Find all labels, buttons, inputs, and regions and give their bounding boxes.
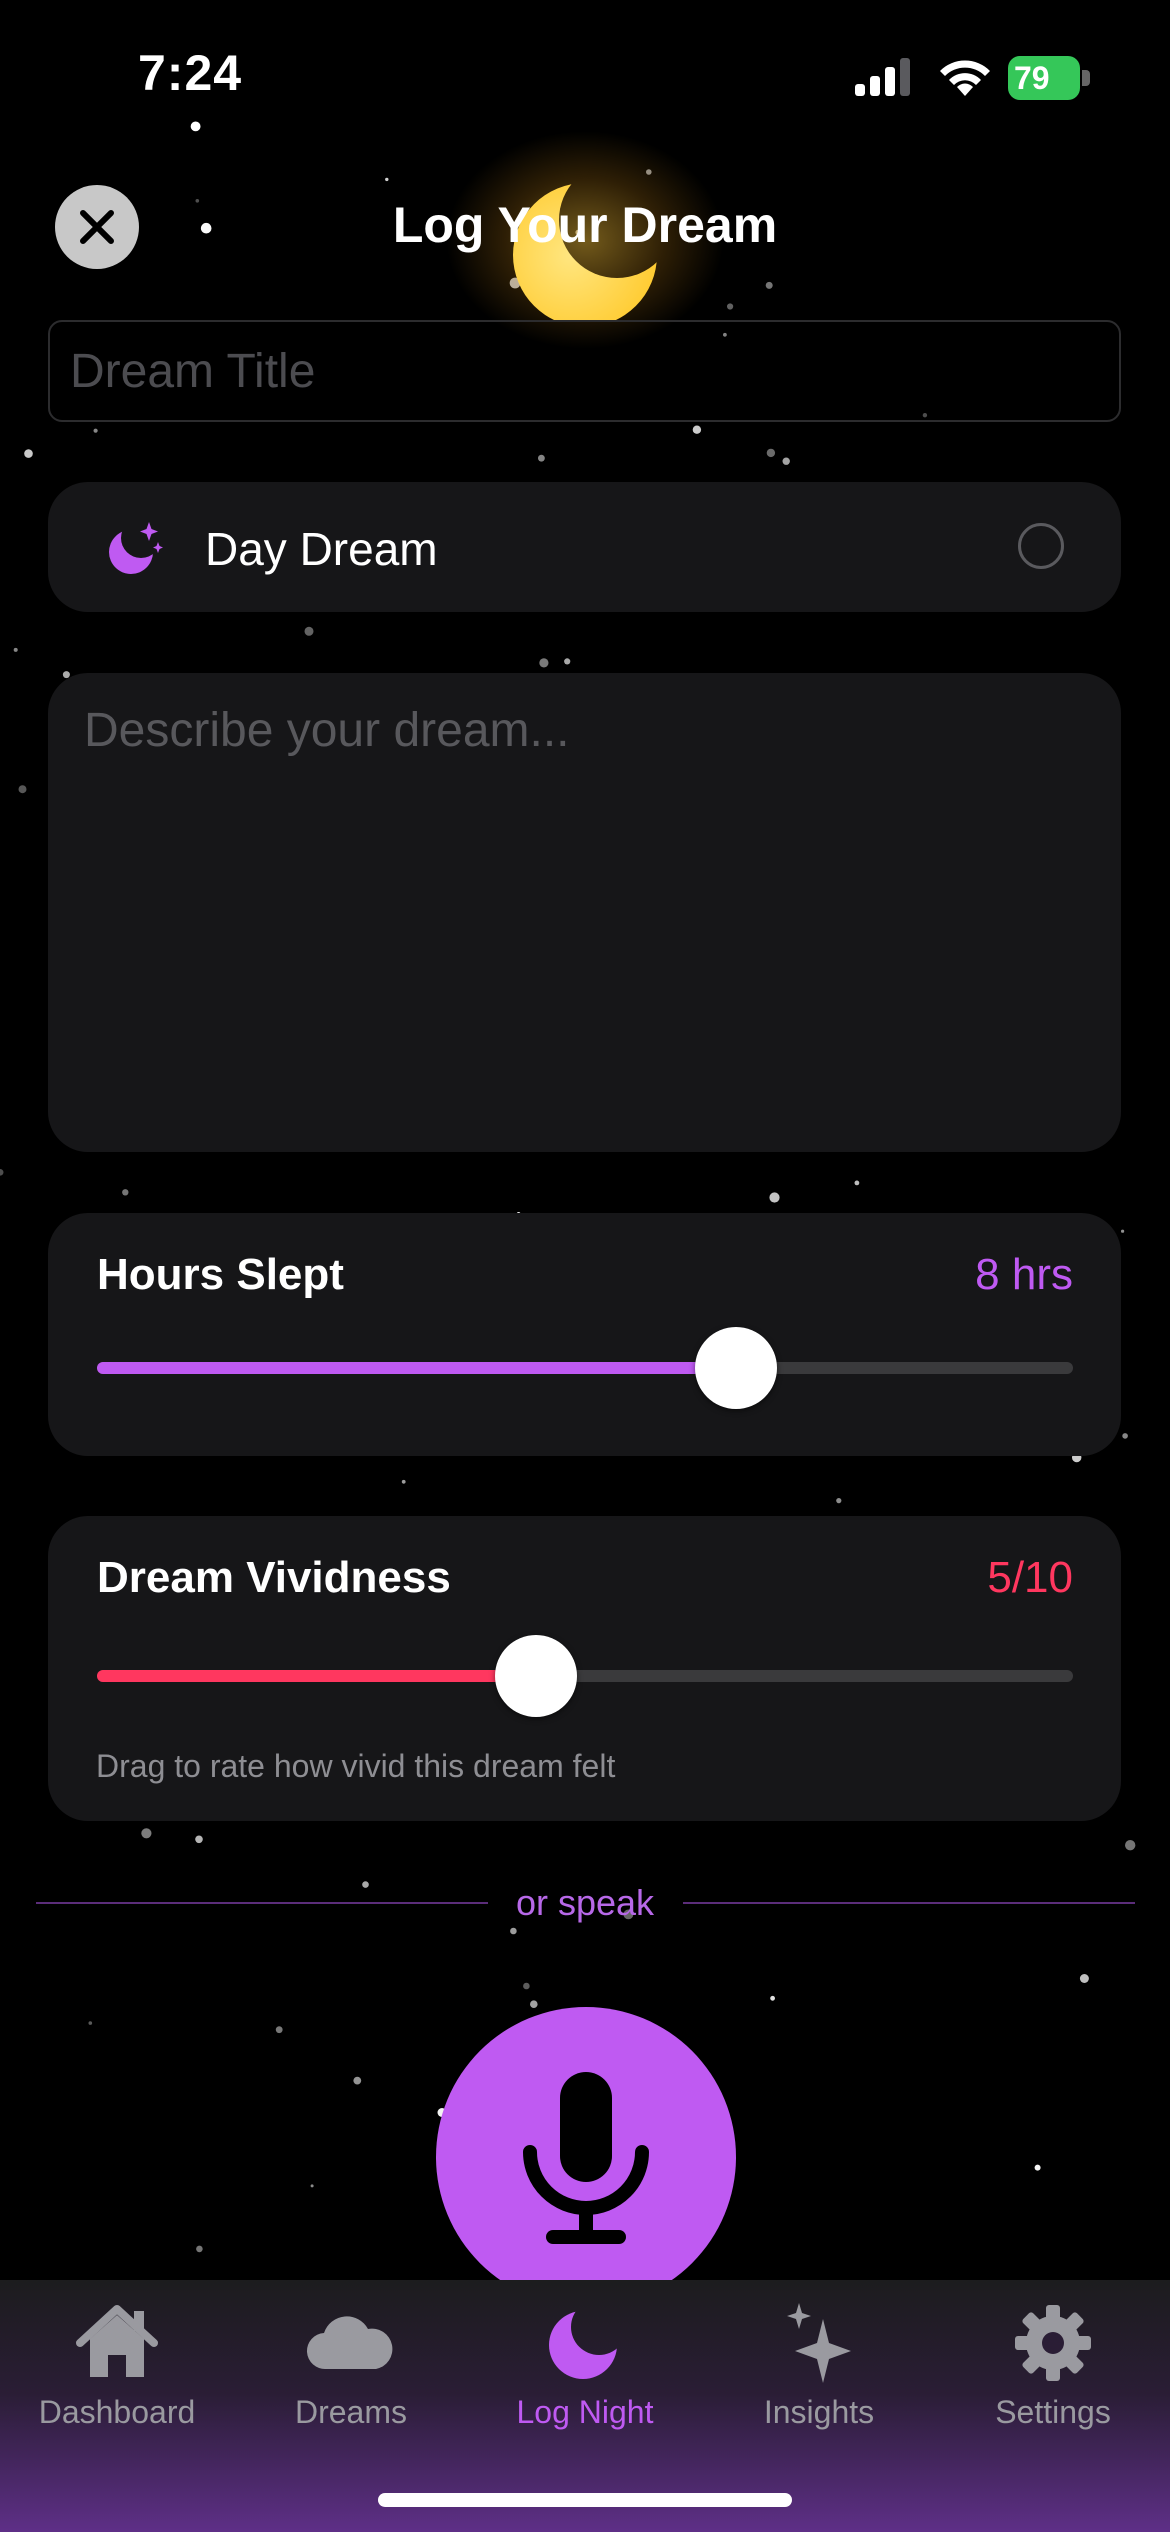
status-time: 7:24	[138, 45, 243, 101]
vividness-slider[interactable]	[97, 1635, 1073, 1717]
slider-thumb[interactable]	[695, 1327, 778, 1409]
tab-log-night[interactable]: Log Night	[468, 2280, 702, 2480]
moon-icon	[540, 2298, 630, 2388]
sparkles-icon	[774, 2298, 864, 2388]
vividness-label: Dream Vividness	[97, 1553, 451, 1602]
tab-label: Dashboard	[38, 2394, 196, 2430]
wifi-icon	[940, 60, 990, 96]
hours-slept-label: Hours Slept	[97, 1250, 344, 1299]
house-icon	[72, 2298, 162, 2388]
tab-label: Settings	[995, 2394, 1111, 2430]
day-dream-radio[interactable]	[1018, 523, 1064, 569]
close-icon	[80, 210, 114, 244]
gear-icon	[1008, 2298, 1098, 2388]
hours-slept-slider[interactable]	[97, 1327, 1073, 1409]
battery-icon: 79	[1008, 56, 1090, 100]
tab-dashboard[interactable]: Dashboard	[0, 2280, 234, 2480]
vividness-value: 5/10	[987, 1553, 1073, 1602]
tab-insights[interactable]: Insights	[702, 2280, 936, 2480]
microphone-icon	[523, 2072, 649, 2244]
slider-thumb[interactable]	[495, 1635, 578, 1717]
tab-label: Insights	[763, 2394, 875, 2430]
vividness-hint: Drag to rate how vivid this dream felt	[96, 1748, 616, 1784]
tab-label: Log Night	[516, 2394, 654, 2430]
dream-title-input[interactable]	[48, 320, 1121, 422]
dream-description-input[interactable]	[48, 673, 1121, 1152]
tab-dreams[interactable]: Dreams	[234, 2280, 468, 2480]
moon-stars-icon	[109, 522, 163, 574]
day-dream-label: Day Dream	[205, 523, 438, 575]
tab-settings[interactable]: Settings	[936, 2280, 1170, 2480]
battery-level: 79	[1014, 60, 1050, 96]
or-speak-label: or speak	[515, 1882, 655, 1923]
cloud-icon	[306, 2298, 396, 2388]
home-indicator	[378, 2493, 792, 2507]
microphone-button[interactable]	[436, 2007, 736, 2307]
slider-fill	[97, 1670, 537, 1682]
slider-fill	[97, 1362, 737, 1374]
cellular-signal-icon	[855, 58, 910, 96]
close-button[interactable]	[55, 185, 139, 269]
page-title: Log Your Dream	[392, 197, 778, 253]
hours-slept-value: 8 hrs	[975, 1250, 1073, 1299]
tab-label: Dreams	[294, 2394, 407, 2430]
